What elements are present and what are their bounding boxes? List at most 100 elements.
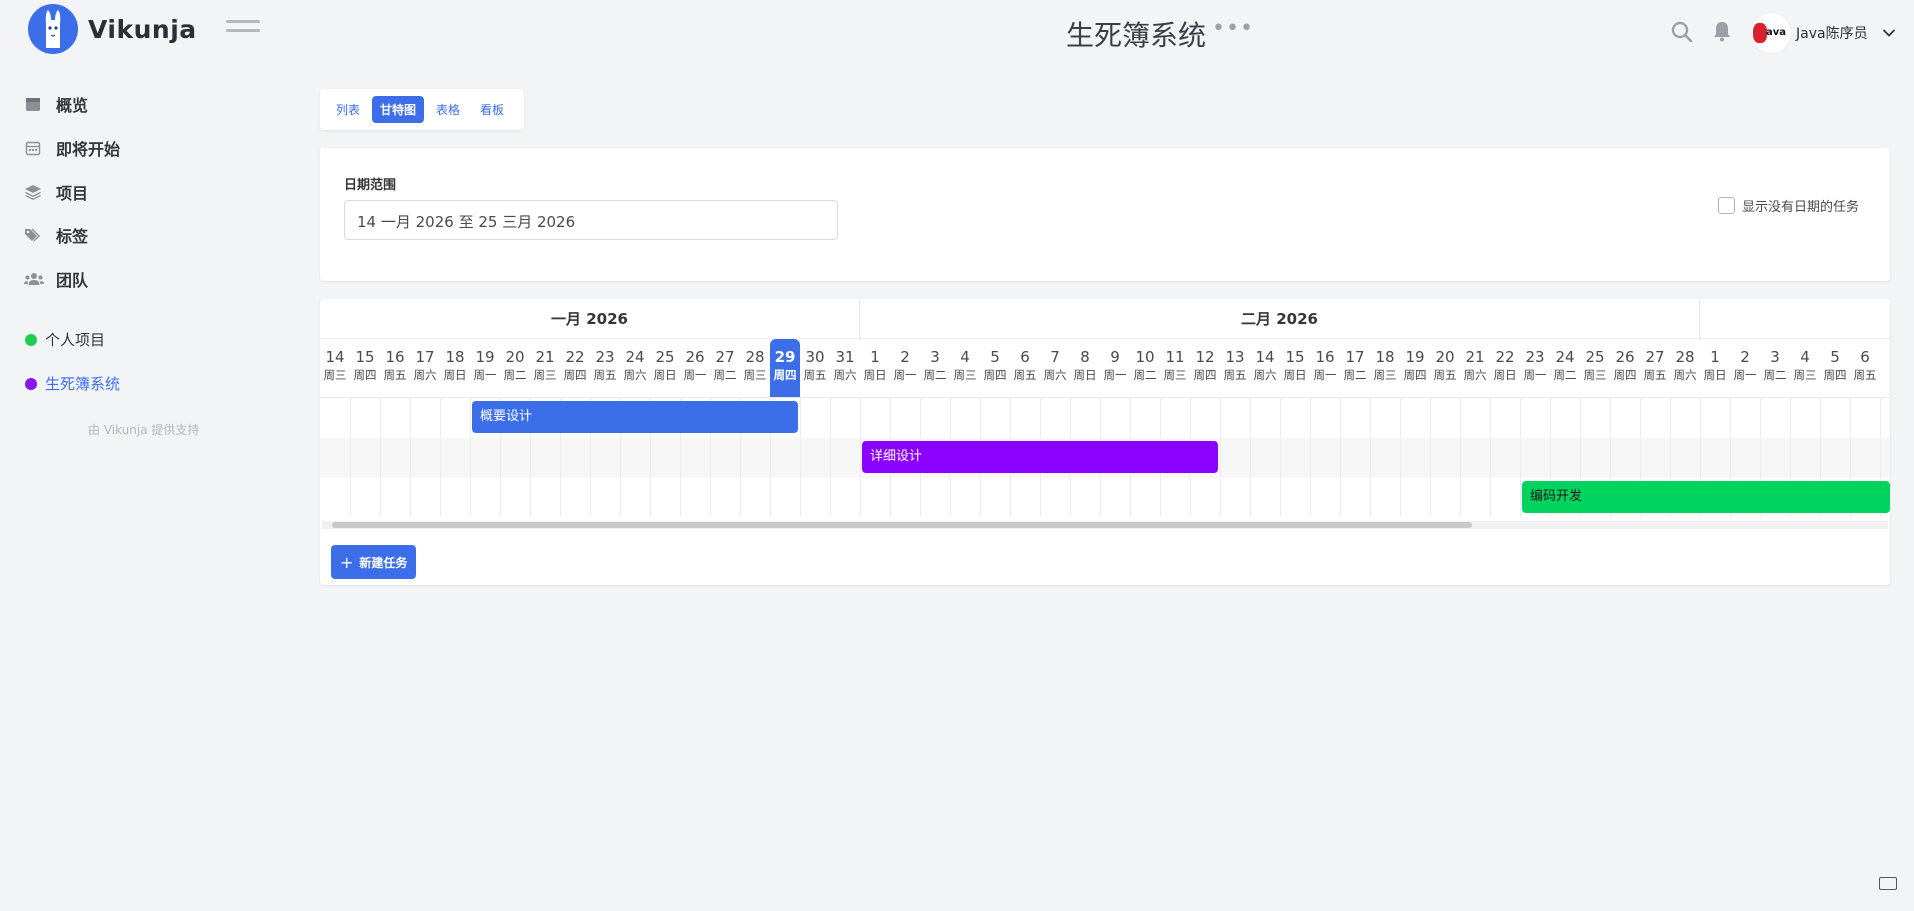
sidebar-project-personal[interactable]: 个人项目	[25, 329, 105, 350]
user-name: Java陈序员	[1796, 26, 1868, 42]
sidebar-item-labels[interactable]: 标签	[24, 223, 88, 247]
gantt-day: 31 周六	[830, 339, 860, 397]
day-number: 25	[1585, 348, 1605, 366]
day-weekday: 周四	[563, 368, 587, 382]
llama-logo-icon	[28, 4, 78, 54]
user-menu[interactable]: ava Java陈序员	[1750, 12, 1896, 54]
day-weekday: 周五	[803, 368, 827, 382]
app-logo[interactable]: Vikunja	[28, 4, 197, 54]
day-number: 28	[745, 348, 765, 366]
gantt-day: 16 周一	[1310, 339, 1340, 397]
show-tasks-without-dates-toggle[interactable]: 显示没有日期的任务	[1718, 196, 1859, 215]
project-color-dot	[25, 333, 37, 346]
day-number: 26	[1615, 348, 1635, 366]
day-number: 15	[355, 348, 375, 366]
day-weekday: 周六	[623, 368, 647, 382]
keyboard-shortcuts-icon[interactable]	[1879, 877, 1897, 890]
app-name: Vikunja	[88, 14, 197, 44]
gantt-day: 3 周二	[920, 339, 950, 397]
day-number: 17	[1345, 348, 1365, 366]
sidebar-item-teams[interactable]: 团队	[24, 267, 88, 291]
gantt-grid-line	[1400, 397, 1401, 517]
day-weekday: 周四	[773, 368, 797, 382]
gantt-month-feb: 二月 2026	[860, 299, 1700, 339]
day-number: 2	[900, 348, 910, 366]
gantt-grid-line	[830, 397, 831, 517]
sidebar-item-overview[interactable]: 概览	[24, 92, 88, 116]
gantt-task-bar[interactable]: 概要设计	[472, 401, 798, 433]
sidebar-toggle-button[interactable]	[226, 20, 260, 44]
gantt-grid-line	[1310, 397, 1311, 517]
day-number: 7	[1050, 348, 1060, 366]
scrollbar-thumb[interactable]	[332, 522, 1472, 528]
project-menu-button[interactable]: •••	[1212, 16, 1254, 41]
gantt-day: 23 周五	[590, 339, 620, 397]
calendar-grid-icon	[24, 139, 42, 157]
view-tab-list[interactable]: 列表	[328, 96, 368, 123]
gantt-day-today: 29 周四	[770, 339, 800, 397]
day-weekday: 周三	[743, 368, 767, 382]
gantt-day: 17 周六	[410, 339, 440, 397]
day-number: 19	[1405, 348, 1425, 366]
day-number: 4	[960, 348, 970, 366]
day-number: 23	[595, 348, 615, 366]
gantt-horizontal-scrollbar[interactable]	[322, 521, 1888, 529]
gantt-day: 18 周日	[440, 339, 470, 397]
gantt-month-header: 一月 2026 二月 2026	[320, 299, 1890, 339]
day-weekday: 周三	[953, 368, 977, 382]
day-number: 17	[415, 348, 435, 366]
sidebar-item-upcoming[interactable]: 即将开始	[24, 136, 120, 160]
day-weekday: 周一	[683, 368, 707, 382]
plus-icon: +	[340, 552, 354, 572]
gantt-day: 3 周二	[1760, 339, 1790, 397]
day-weekday: 周日	[1703, 368, 1727, 382]
gantt-day: 14 周三	[320, 339, 350, 397]
day-weekday: 周一	[1523, 368, 1547, 382]
gantt-day: 27 周二	[710, 339, 740, 397]
gantt-grid-line	[350, 397, 351, 517]
show-no-date-checkbox[interactable]	[1718, 197, 1735, 214]
day-number: 9	[1110, 348, 1120, 366]
day-weekday: 周二	[713, 368, 737, 382]
day-weekday: 周六	[1673, 368, 1697, 382]
day-number: 24	[1555, 348, 1575, 366]
gantt-day: 15 周日	[1280, 339, 1310, 397]
day-weekday: 周三	[323, 368, 347, 382]
powered-by-link[interactable]: 由 Vikunja 提供支持	[88, 421, 199, 438]
gantt-chart: 一月 2026 二月 2026 14 周三 15 周四 16 周五 17 周六 18 周日 19 周一…	[320, 299, 1890, 585]
gantt-month-jan: 一月 2026	[320, 299, 860, 339]
date-range-input[interactable]: 14 一月 2026 至 25 三月 2026	[344, 200, 838, 240]
view-tab-gantt[interactable]: 甘特图	[372, 96, 425, 123]
day-number: 25	[655, 348, 675, 366]
gantt-day: 19 周一	[470, 339, 500, 397]
day-weekday: 周日	[1283, 368, 1307, 382]
day-weekday: 周三	[1373, 368, 1397, 382]
gantt-grid-line	[1460, 397, 1461, 517]
day-weekday: 周五	[383, 368, 407, 382]
view-tab-table[interactable]: 表格	[428, 96, 468, 123]
new-task-button[interactable]: + 新建任务	[331, 545, 417, 579]
notifications-bell-icon[interactable]	[1710, 19, 1734, 43]
day-number: 18	[445, 348, 465, 366]
day-number: 14	[325, 348, 345, 366]
gantt-grid-line	[1340, 397, 1341, 517]
gantt-task-bar[interactable]: 编码开发	[1522, 481, 1890, 513]
day-number: 23	[1525, 348, 1545, 366]
gantt-day: 4 周三	[950, 339, 980, 397]
users-icon	[24, 270, 44, 288]
day-number: 6	[1860, 348, 1870, 366]
sidebar-project-shengsibu[interactable]: 生死簿系统	[25, 373, 120, 394]
gantt-task-bar[interactable]: 详细设计	[862, 441, 1218, 473]
day-weekday: 周日	[863, 368, 887, 382]
day-weekday: 周日	[653, 368, 677, 382]
gantt-day: 23 周一	[1520, 339, 1550, 397]
calendar-icon	[24, 95, 42, 113]
search-icon[interactable]	[1670, 20, 1694, 44]
sidebar-item-projects[interactable]: 项目	[24, 180, 88, 204]
gantt-day: 17 周二	[1340, 339, 1370, 397]
chevron-down-icon	[1882, 29, 1895, 37]
day-number: 20	[1435, 348, 1455, 366]
day-number: 27	[715, 348, 735, 366]
gantt-grid-line	[440, 397, 441, 517]
view-tab-kanban[interactable]: 看板	[472, 96, 512, 123]
